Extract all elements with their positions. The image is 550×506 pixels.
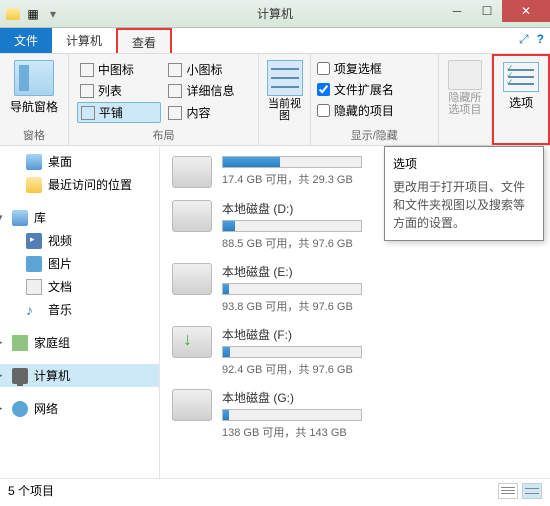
drive-icon (172, 389, 212, 421)
drive-info: 本地磁盘 (G:) 138 GB 可用，共 143 GB (222, 389, 538, 440)
sidebar-item-pictures[interactable]: 图片 (0, 252, 159, 275)
ribbon-group-panes: 导航窗格 窗格 (0, 54, 69, 145)
drive-stats: 92.4 GB 可用，共 97.6 GB (222, 361, 538, 377)
qat-dropdown-icon[interactable]: ▾ (44, 5, 62, 23)
drive-item[interactable]: 本地磁盘 (E:) 93.8 GB 可用，共 97.6 GB (168, 257, 542, 320)
quick-access-toolbar: ▦ ▾ (0, 5, 66, 23)
view-tiles-button[interactable] (522, 483, 542, 499)
properties-icon[interactable]: ▦ (24, 5, 42, 23)
minimize-ribbon-icon[interactable]: ⤢ (519, 32, 529, 47)
chevron-right-icon[interactable]: ▸ (0, 337, 3, 348)
options-tooltip: 选项 更改用于打开项目、文件和文件夹视图以及搜索等方面的设置。 (384, 146, 544, 241)
drive-icon (172, 156, 212, 188)
drive-icon (172, 326, 212, 358)
sidebar-item-recent[interactable]: 最近访问的位置 (0, 173, 159, 196)
drive-usage-bar (222, 220, 362, 232)
drive-name: 本地磁盘 (E:) (222, 263, 538, 280)
layout-details[interactable]: 详细信息 (165, 81, 250, 100)
sidebar-item-computer[interactable]: ▸计算机 (0, 364, 159, 387)
maximize-button[interactable]: ☐ (472, 0, 502, 22)
titlebar: ▦ ▾ 计算机 ─ ☐ ✕ (0, 0, 550, 28)
checkbox-item-checkboxes[interactable]: 项复选框 (317, 58, 432, 79)
layout-list[interactable]: 列表 (77, 81, 162, 100)
drive-usage-bar (222, 156, 362, 168)
drive-item[interactable]: 本地磁盘 (G:) 138 GB 可用，共 143 GB (168, 383, 542, 446)
layout-medium-icons[interactable]: 中图标 (77, 60, 162, 79)
drive-usage-bar (222, 409, 362, 421)
hide-items-icon[interactable] (448, 60, 482, 90)
tab-computer[interactable]: 计算机 (52, 28, 116, 53)
navigation-pane-label: 导航窗格 (10, 98, 58, 115)
sidebar-item-desktop[interactable]: 桌面 (0, 150, 159, 173)
checkbox-hidden-items[interactable]: 隐藏的项目 (317, 100, 432, 121)
tooltip-body: 更改用于打开项目、文件和文件夹视图以及搜索等方面的设置。 (393, 178, 535, 232)
navigation-sidebar: 桌面 最近访问的位置 ▾库 视频 图片 文档 ♪音乐 ▸家庭组 ▸计算机 ▸网络 (0, 146, 160, 478)
statusbar: 5 个项目 (0, 478, 550, 502)
tooltip-title: 选项 (393, 155, 535, 172)
drive-icon (172, 263, 212, 295)
ribbon-group-layout: 中图标 小图标 列表 详细信息 平铺 内容 布局 (69, 54, 259, 145)
options-icon (503, 62, 539, 92)
layout-small-icons[interactable]: 小图标 (165, 60, 250, 79)
minimize-button[interactable]: ─ (442, 0, 472, 22)
tab-view[interactable]: 查看 (116, 28, 172, 53)
checkbox-file-extensions[interactable]: 文件扩展名 (317, 79, 432, 100)
sidebar-item-video[interactable]: 视频 (0, 229, 159, 252)
explorer-body: 桌面 最近访问的位置 ▾库 视频 图片 文档 ♪音乐 ▸家庭组 ▸计算机 ▸网络… (0, 146, 550, 478)
ribbon-help: ⤢ ? (519, 32, 544, 47)
layout-tiles[interactable]: 平铺 (77, 102, 162, 123)
current-view-icon[interactable] (267, 60, 303, 96)
sidebar-item-library[interactable]: ▾库 (0, 206, 159, 229)
status-item-count: 5 个项目 (8, 482, 54, 499)
drive-stats: 138 GB 可用，共 143 GB (222, 424, 538, 440)
current-view-label: 当前视图 (265, 98, 304, 122)
ribbon-tabs: 文件 计算机 查看 ⤢ ? (0, 28, 550, 54)
view-details-button[interactable] (498, 483, 518, 499)
drive-info: 本地磁盘 (E:) 93.8 GB 可用，共 97.6 GB (222, 263, 538, 314)
drive-stats: 93.8 GB 可用，共 97.6 GB (222, 298, 538, 314)
chevron-down-icon[interactable]: ▾ (0, 212, 3, 223)
hide-items-label: 隐藏所选项目 (445, 92, 486, 116)
drive-name: 本地磁盘 (G:) (222, 389, 538, 406)
sidebar-item-documents[interactable]: 文档 (0, 275, 159, 298)
options-label: 选项 (509, 94, 533, 111)
drive-usage-bar (222, 346, 362, 358)
sidebar-item-music[interactable]: ♪音乐 (0, 298, 159, 321)
group-label-showhide: 显示/隐藏 (311, 127, 438, 143)
ribbon-options-button[interactable]: 选项 (492, 54, 550, 145)
tab-file[interactable]: 文件 (0, 28, 52, 53)
drive-info: 本地磁盘 (F:) 92.4 GB 可用，共 97.6 GB (222, 326, 538, 377)
close-button[interactable]: ✕ (502, 0, 550, 22)
ribbon-group-current-view: 当前视图 (259, 54, 311, 145)
ribbon-group-show-hide: 项复选框 文件扩展名 隐藏的项目 显示/隐藏 (311, 54, 439, 145)
drive-item[interactable]: 本地磁盘 (F:) 92.4 GB 可用，共 97.6 GB (168, 320, 542, 383)
navigation-pane-icon[interactable] (14, 60, 54, 96)
help-icon[interactable]: ? (537, 32, 544, 47)
chevron-right-icon[interactable]: ▸ (0, 403, 3, 414)
chevron-right-icon[interactable]: ▸ (0, 370, 3, 381)
group-label-panes: 窗格 (0, 127, 68, 143)
window-controls: ─ ☐ ✕ (442, 0, 550, 22)
ribbon: 导航窗格 窗格 中图标 小图标 列表 详细信息 平铺 内容 布局 当前视图 项复… (0, 54, 550, 146)
window-title: 计算机 (257, 5, 293, 22)
group-label-layout: 布局 (69, 127, 258, 143)
ribbon-hide-selected: 隐藏所选项目 (439, 54, 493, 145)
layout-content[interactable]: 内容 (165, 102, 250, 123)
drive-name: 本地磁盘 (F:) (222, 326, 538, 343)
app-icon (4, 5, 22, 23)
status-view-switcher (498, 483, 542, 499)
sidebar-item-network[interactable]: ▸网络 (0, 397, 159, 420)
sidebar-item-homegroup[interactable]: ▸家庭组 (0, 331, 159, 354)
drive-icon (172, 200, 212, 232)
drive-usage-bar (222, 283, 362, 295)
